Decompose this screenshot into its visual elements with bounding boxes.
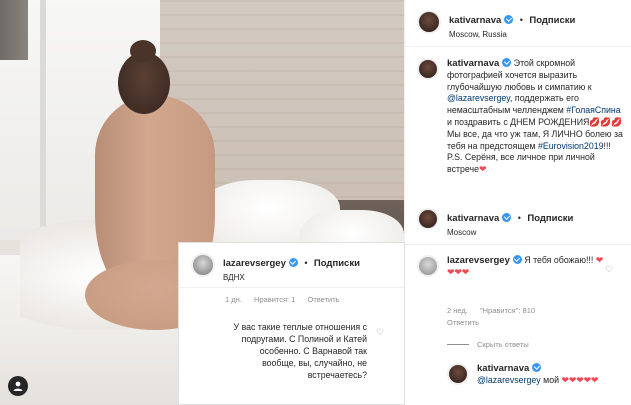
- caption-link[interactable]: #ГолаяСпина: [566, 105, 620, 115]
- author-username[interactable]: lazarevsergey: [223, 258, 286, 269]
- avatar[interactable]: [417, 10, 441, 34]
- hide-replies-label: Скрыть ответы: [477, 340, 529, 349]
- heart-outline-icon[interactable]: ♡: [605, 264, 613, 275]
- hide-replies-toggle[interactable]: Скрыть ответы: [447, 340, 529, 349]
- reply-text: мой: [540, 374, 562, 385]
- mention-link[interactable]: @lazarevsergey: [477, 375, 541, 385]
- comment-likes[interactable]: "Нравится": 810: [480, 306, 535, 315]
- heart-outline-icon[interactable]: ♡: [376, 327, 384, 338]
- caption-author[interactable]: kativarnava: [447, 58, 499, 69]
- repost-header: kativarnava • Подписки Moscow: [417, 208, 573, 237]
- comment-author[interactable]: lazarevsergey: [447, 255, 510, 266]
- hair-bun: [130, 40, 156, 62]
- comment-meta: 1 дн. Нравится: 1 Ответить: [225, 295, 350, 304]
- avatar[interactable]: [417, 255, 439, 277]
- author-username[interactable]: kativarnava: [449, 15, 501, 26]
- user-tag-icon[interactable]: [8, 376, 28, 396]
- comment-author[interactable]: kativarnava: [477, 363, 529, 374]
- verified-badge-icon: [512, 255, 522, 264]
- reply-button[interactable]: Ответить: [307, 295, 339, 304]
- location-link[interactable]: Moscow: [447, 228, 573, 237]
- comment-likes[interactable]: Нравится: 1: [254, 295, 295, 304]
- caption-link[interactable]: @lazarevsergey: [447, 93, 510, 103]
- caption-block: kativarnava Этой скромной фотографией хо…: [417, 58, 627, 176]
- comment-text: Я тебя обожаю!!!: [524, 255, 596, 265]
- reply-button[interactable]: Ответить: [447, 318, 479, 327]
- avatar[interactable]: [417, 208, 439, 230]
- location-link[interactable]: ВДНХ: [223, 273, 360, 282]
- overlay-comment-card: lazarevsergey • Подписки ВДНХ 1 дн. Нрав…: [178, 242, 405, 405]
- card-header: lazarevsergey • Подписки ВДНХ: [191, 253, 360, 282]
- caption-text: kativarnava Этой скромной фотографией хо…: [447, 58, 625, 176]
- avatar[interactable]: [447, 363, 469, 385]
- verified-badge-icon: [288, 258, 298, 267]
- avatar[interactable]: [417, 58, 439, 80]
- reply-kati: kativarnava @lazarevsergey мой ❤❤❤❤❤: [447, 363, 622, 387]
- follow-button[interactable]: Подписки: [527, 213, 573, 224]
- verified-badge-icon: [532, 363, 542, 372]
- comment-text: У вас такие теплые отношения с подругами…: [233, 322, 367, 380]
- post-side-panel: kativarnava • Подписки Moscow, Russia ka…: [404, 0, 631, 405]
- heart-emoji: ❤: [478, 164, 487, 175]
- post-header: kativarnava • Подписки Moscow, Russia: [417, 10, 575, 39]
- location-link[interactable]: Moscow, Russia: [449, 30, 575, 39]
- author-username[interactable]: kativarnava: [447, 213, 499, 224]
- caption-link[interactable]: #Eurovision2019: [538, 141, 604, 151]
- kiss-emoji: 💋💋💋: [589, 116, 623, 127]
- heart-emoji: ❤❤❤❤❤: [561, 374, 599, 385]
- avatar[interactable]: [191, 253, 215, 277]
- comment-age: 2 нед.: [447, 306, 468, 315]
- comment-lazarev: lazarevsergey Я тебя обожаю!!! ❤❤❤❤: [417, 255, 617, 279]
- follow-button[interactable]: Подписки: [314, 258, 360, 269]
- comment-meta: 2 нед. "Нравится": 810: [447, 306, 545, 315]
- verified-badge-icon: [502, 213, 512, 222]
- comment-age: 1 дн.: [225, 295, 242, 304]
- caption-fragment: и поздравить с ДНЕМ РОЖДЕНИЯ: [447, 116, 590, 127]
- verified-badge-icon: [502, 58, 512, 67]
- verified-badge-icon: [504, 15, 514, 24]
- follow-button[interactable]: Подписки: [529, 15, 575, 26]
